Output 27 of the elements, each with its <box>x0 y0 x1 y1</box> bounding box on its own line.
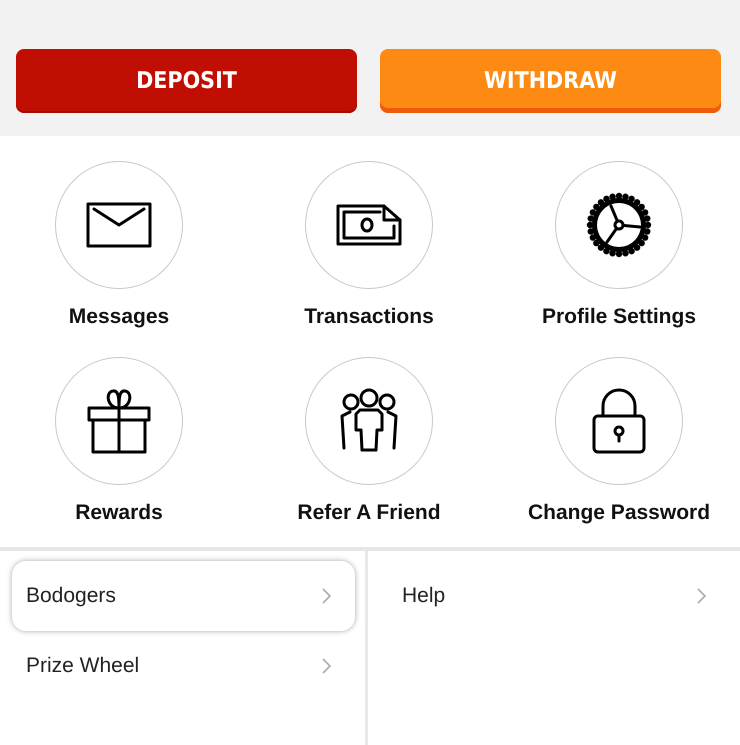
menu-item-label: Prize Wheel <box>26 654 140 678</box>
menu-item[interactable]: Help <box>388 561 730 631</box>
shortcut-label[interactable]: Messages <box>68 305 170 329</box>
deposit-button[interactable]: DEPOSIT <box>16 49 357 113</box>
gear-icon <box>586 192 652 258</box>
shortcut-label[interactable]: Refer A Friend <box>297 501 441 525</box>
shortcut-label[interactable]: Profile Settings <box>542 305 696 329</box>
menu-item[interactable]: Bodogers <box>12 561 355 631</box>
chevron-icon <box>697 588 706 604</box>
menu-item-label: Bodogers <box>26 584 116 608</box>
shortcut-button[interactable] <box>305 357 433 485</box>
menu-item[interactable]: Prize Wheel <box>12 631 355 701</box>
lock-icon <box>591 388 647 454</box>
envelope-icon <box>86 202 152 248</box>
shortcut-button[interactable] <box>555 357 683 485</box>
shortcut-button[interactable] <box>555 161 683 289</box>
shortcut-button[interactable] <box>55 161 183 289</box>
shortcut-label[interactable]: Transactions <box>304 305 434 329</box>
shortcut-button[interactable] <box>305 161 433 289</box>
shortcut-label[interactable]: Rewards <box>75 501 163 525</box>
shortcut-button[interactable] <box>55 357 183 485</box>
gift-icon <box>87 388 151 454</box>
chevron-icon <box>322 658 331 674</box>
banknote-icon <box>336 204 402 246</box>
chevron-icon <box>322 588 331 604</box>
shortcut-label[interactable]: Change Password <box>528 501 710 525</box>
menu-item-label: Help <box>402 584 446 608</box>
